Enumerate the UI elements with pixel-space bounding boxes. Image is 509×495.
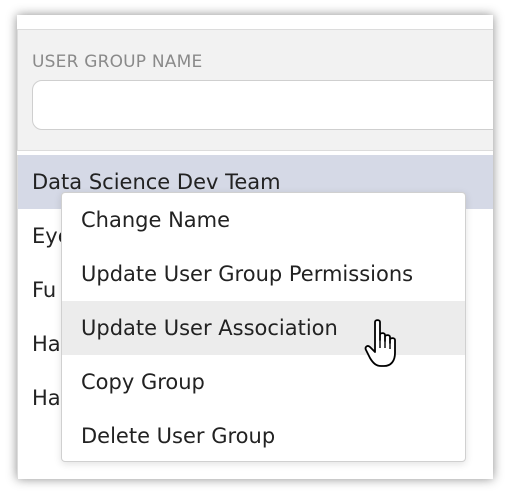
menu-item-copy-group[interactable]: Copy Group [62,355,465,409]
context-menu: Change Name Update User Group Permission… [61,192,466,462]
menu-item-change-name[interactable]: Change Name [62,193,465,247]
filter-panel: USER GROUP NAME [17,29,493,151]
user-group-name-filter-input[interactable] [32,80,493,130]
user-groups-panel: USER GROUP NAME Data Science Dev Team Ey… [17,15,493,479]
menu-item-update-user-group-permissions[interactable]: Update User Group Permissions [62,247,465,301]
user-group-name-label: USER GROUP NAME [32,52,203,72]
hand-pointer-icon [364,319,396,367]
menu-item-delete-user-group[interactable]: Delete User Group [62,409,465,463]
menu-item-update-user-association[interactable]: Update User Association [62,301,465,355]
